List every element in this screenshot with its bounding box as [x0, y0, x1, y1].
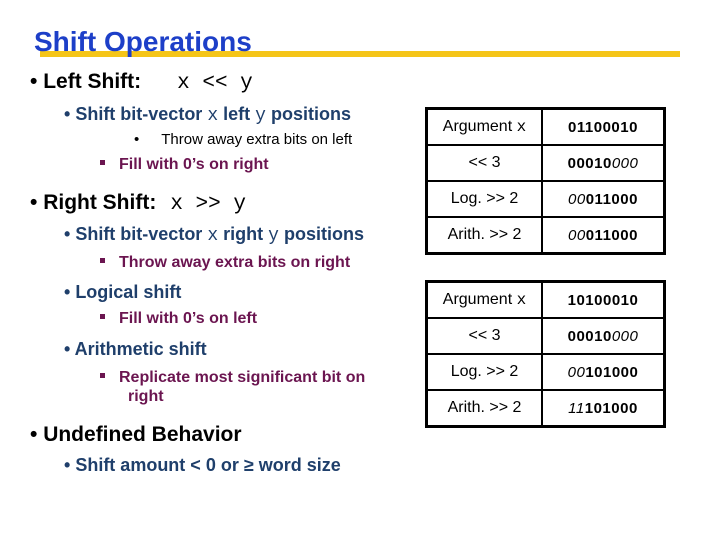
bit-value: 01100010: [541, 107, 666, 146]
right-shift-sub1: Throw away extra bits on right: [100, 254, 350, 272]
bit-value: 00101000: [541, 353, 666, 391]
square-bullet: [100, 160, 105, 166]
operation-label: Log. >> 2: [425, 353, 543, 391]
table-row: << 3 00010000: [425, 144, 666, 182]
table-row: Arith. >> 2 11101000: [425, 389, 666, 428]
table-row: Arith. >> 2 00011000: [425, 216, 666, 255]
table-row: << 3 00010000: [425, 317, 666, 355]
table-row: Log. >> 2 00011000: [425, 180, 666, 218]
arithmetic-shift: • Arithmetic shift: [64, 339, 207, 359]
arithmetic-shift-sub: Replicate most significant bit on right: [100, 368, 365, 406]
operation-label: Arith. >> 2: [425, 216, 543, 255]
bit-value: 00011000: [541, 180, 666, 218]
undefined-heading: • Undefined Behavior: [30, 423, 242, 446]
left-shift-desc: • Shift bit-vector x left y positions: [64, 104, 351, 126]
left-shift-heading: • Left Shift: x << y: [30, 70, 253, 95]
right-shift-desc: • Shift bit-vector x right y positions: [64, 224, 364, 246]
operation-label: Argument x: [425, 107, 543, 146]
bit-value: 00010000: [541, 144, 666, 182]
slide-title: Shift Operations: [34, 26, 252, 57]
operation-label: Argument x: [425, 280, 543, 319]
operation-label: << 3: [425, 144, 543, 182]
operation-label: Log. >> 2: [425, 180, 543, 218]
logical-shift: • Logical shift: [64, 282, 182, 302]
shift-table-2: Argument x 10100010 << 3 00010000 Log. >> 20…: [425, 280, 666, 428]
bullet: •: [30, 70, 44, 93]
right-shift-expr: x >> y: [170, 193, 246, 216]
left-shift-sub2: Fill with 0’s on right: [100, 156, 269, 174]
operation-label: Arith. >> 2: [425, 389, 543, 428]
undefined-desc: • Shift amount < 0 or ≥ word size: [64, 455, 341, 475]
logical-shift-sub: Fill with 0’s on left: [100, 310, 257, 328]
bit-value: 00011000: [541, 216, 666, 255]
shift-table-1: Argument x 01100010 << 3 00010000 Log. >> 20…: [425, 107, 666, 255]
table-row: Log. >> 2 00101000: [425, 353, 666, 391]
table-row: Argument x 01100010: [425, 107, 666, 146]
left-shift-sub1: • Throw away extra bits on left: [134, 131, 353, 148]
bit-value: 10100010: [541, 280, 666, 319]
left-shift-expr: x << y: [177, 72, 253, 95]
right-shift-heading: • Right Shift: x >> y: [30, 191, 246, 216]
table-row: Argument x 10100010: [425, 280, 666, 319]
bit-value: 11101000: [541, 389, 666, 428]
operation-label: << 3: [425, 317, 543, 355]
bit-value: 00010000: [541, 317, 666, 355]
